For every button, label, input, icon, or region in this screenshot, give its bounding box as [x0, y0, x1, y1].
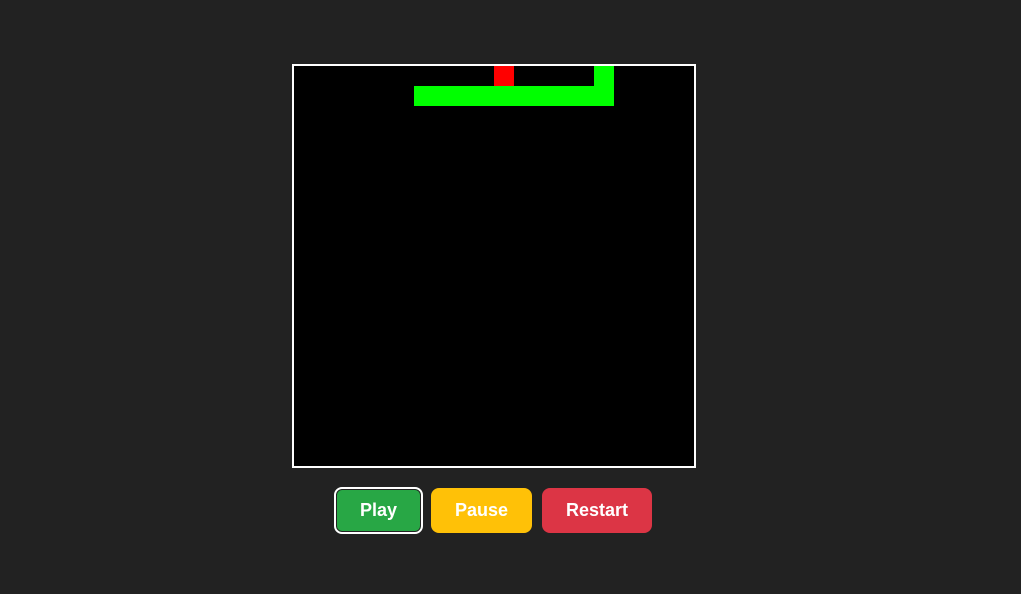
- snake-segment: [434, 86, 454, 106]
- snake-segment: [494, 86, 514, 106]
- snake-segment: [594, 86, 614, 106]
- snake-segment: [534, 86, 554, 106]
- game-page: Play Pause Restart: [0, 0, 1021, 594]
- play-button[interactable]: Play: [334, 487, 423, 534]
- snake-segment: [474, 86, 494, 106]
- controls-bar: Play Pause Restart: [0, 487, 1021, 534]
- snake-segment: [414, 86, 434, 106]
- pause-button[interactable]: Pause: [431, 488, 532, 533]
- game-board[interactable]: [292, 64, 696, 468]
- snake-segment: [514, 86, 534, 106]
- snake-segment: [554, 86, 574, 106]
- restart-button[interactable]: Restart: [542, 488, 652, 533]
- snake-head: [594, 66, 614, 86]
- food-item: [494, 66, 514, 86]
- snake-segment: [454, 86, 474, 106]
- snake-segment: [574, 86, 594, 106]
